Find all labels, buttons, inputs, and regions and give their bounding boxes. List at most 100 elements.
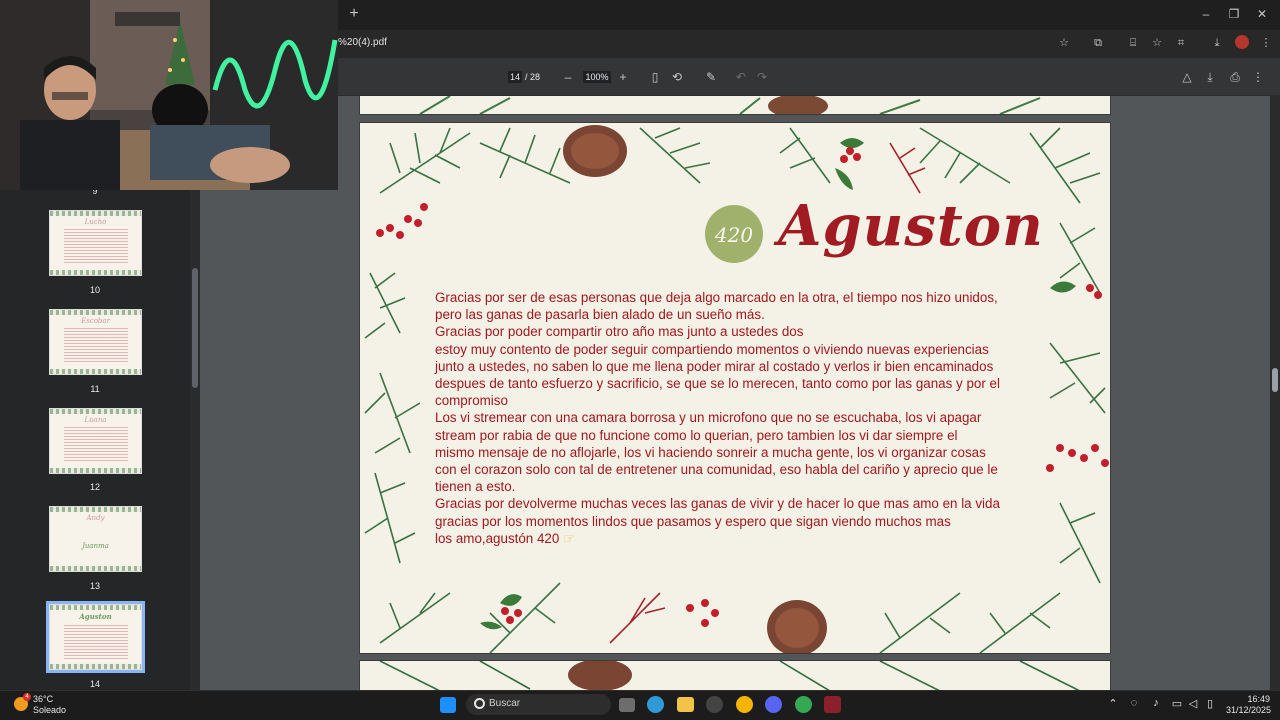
chrome-icon[interactable] (736, 696, 753, 713)
page-decoration (379, 661, 1080, 690)
edge-icon[interactable] (647, 696, 664, 713)
url-text[interactable]: %20(4).pdf (338, 37, 387, 48)
page-number-input[interactable]: 14 (508, 71, 522, 83)
thumbnail-number: 13 (89, 581, 100, 591)
search-placeholder[interactable]: Buscar (489, 698, 520, 709)
more-options-icon[interactable]: ⋮ (1250, 69, 1266, 85)
volume-icon[interactable]: ◁ (1186, 697, 1200, 710)
close-button[interactable]: ✕ (1252, 6, 1272, 22)
task-view-icon[interactable] (619, 698, 635, 712)
fit-page-icon[interactable]: ▯ (647, 69, 663, 85)
viewer-scrollbar-thumb[interactable] (1272, 368, 1278, 392)
thumbnail-text-lines (64, 427, 128, 461)
windows-taskbar (0, 690, 1280, 720)
thumbnail-border (50, 566, 141, 571)
letter-line: mismo mensaje de no aflojarle, los vi ha… (435, 444, 986, 460)
thumbnail-page-12[interactable]: Luana (49, 408, 142, 474)
thumbnail-page-10[interactable]: Lucho (49, 210, 142, 276)
thumbnail-text-lines (64, 229, 128, 263)
letter-line: con el corazon solo con tal de entretene… (435, 462, 998, 478)
badge-number: 420 (714, 223, 754, 247)
thumbnail-page-14[interactable]: Aguston (46, 601, 145, 673)
obs-icon[interactable] (706, 696, 723, 713)
minimize-button[interactable]: – (1196, 6, 1216, 22)
weather-temperature[interactable]: 36°C (33, 694, 53, 704)
translate-icon[interactable]: ⌗ (1173, 36, 1189, 50)
pdf-page-current: 420 Aguston Gracias por ser de esas pers… (360, 123, 1110, 653)
file-explorer-icon[interactable] (677, 697, 694, 712)
drive-save-icon[interactable]: △ (1179, 69, 1195, 85)
thumbnail-page-13[interactable]: Andy Juanma (49, 506, 142, 572)
thumbnail-number: 12 (89, 482, 100, 492)
lens-icon[interactable]: ⌸ (1125, 36, 1141, 50)
clock-time: 16:49 (1247, 694, 1270, 704)
thumbnail-number: 11 (90, 384, 100, 394)
undo-icon[interactable]: ↶ (733, 69, 749, 85)
taskbar-search[interactable] (466, 694, 611, 715)
thumbnail-number: 14 (89, 679, 100, 689)
discord-icon[interactable] (765, 696, 782, 713)
network-icon[interactable]: ▭ (1170, 697, 1184, 710)
thumbnail-title: Andy (86, 514, 105, 522)
screen: + – ❐ ✕ %20(4).pdf ☆ ⧉ ⌸ ☆ ⌗ ⤓ ⋮ 14 / 28… (0, 0, 1280, 720)
weather-condition[interactable]: Soleado (33, 705, 66, 715)
thumbnail-page-11[interactable]: Escobar (49, 309, 142, 375)
pdf-page-next (360, 661, 1110, 690)
title-badge: 420 (705, 205, 763, 263)
tray-app-icon[interactable]: ◌ (1127, 697, 1141, 709)
star-icon[interactable]: ☆ (1056, 36, 1072, 50)
search-icon (474, 698, 485, 709)
letter-line: estoy muy contento de poder seguir compa… (435, 341, 989, 357)
redo-icon[interactable]: ↷ (754, 69, 770, 85)
thumbnail-border (50, 605, 141, 610)
annotate-icon[interactable]: ✎ (703, 69, 719, 85)
letter-line: pero las ganas de pasarla bien alado de … (435, 307, 765, 323)
thumbnail-text-lines (64, 625, 128, 661)
thumbnail-border (50, 270, 141, 275)
pdf-viewer: 420 Aguston Gracias por ser de esas pers… (200, 96, 1270, 690)
restore-button[interactable]: ❐ (1224, 6, 1244, 22)
new-tab-button[interactable]: + (346, 6, 362, 22)
extensions-icon[interactable]: ⧉ (1090, 36, 1106, 50)
downloads-icon[interactable]: ⤓ (1209, 36, 1225, 50)
chevron-up-icon[interactable]: ⌃ (1106, 697, 1120, 710)
clock-date: 31/12/2025 (1226, 705, 1272, 715)
letter-body: Gracias por ser de esas personas que dej… (435, 289, 1035, 547)
letter-line: junto a ustedes, no saben lo que me llen… (435, 358, 994, 374)
hand-emoji-icon: ☞ (559, 530, 576, 546)
letter-line: gracias por los momentos lindos que pasa… (435, 513, 951, 529)
rotate-icon[interactable]: ⟲ (669, 69, 685, 85)
bookmark-icon[interactable]: ☆ (1149, 36, 1165, 50)
download-icon[interactable]: ⤓ (1202, 69, 1218, 85)
microphone-icon[interactable]: ♪ (1149, 697, 1163, 709)
print-icon[interactable]: ⎙ (1227, 69, 1243, 85)
thumbnail-title: Lucho (84, 218, 107, 226)
webcam-scene (0, 0, 338, 190)
thumbnail-border (50, 310, 141, 315)
taskbar-clock[interactable]: 16:49 31/12/2025 (1226, 694, 1272, 716)
page-total: / 28 (525, 72, 541, 82)
thumbnail-title-second: Juanma (82, 542, 109, 550)
chrome-profile-icon[interactable] (795, 696, 812, 713)
sidebar-scrollbar-thumb[interactable] (192, 268, 198, 388)
thumbnail-border (50, 664, 141, 669)
pdf-page-previous (360, 96, 1110, 114)
profile-icon[interactable] (1235, 35, 1249, 49)
zoom-input[interactable]: 100% (583, 71, 611, 83)
menu-icon[interactable]: ⋮ (1258, 36, 1274, 50)
thumbnail-title: Luana (84, 416, 107, 424)
page-title: Aguston (778, 193, 1044, 259)
thumbnail-border (50, 468, 141, 473)
letter-line: tienen a esto. (435, 479, 516, 495)
zoom-in-button[interactable]: + (615, 69, 631, 85)
thumbnail-border (50, 507, 141, 512)
battery-icon[interactable]: ▯ (1203, 697, 1217, 710)
start-windows-icon[interactable] (440, 697, 456, 713)
zoom-out-button[interactable]: – (560, 69, 576, 85)
video-app-icon[interactable] (824, 696, 841, 713)
thumbnail-title: Aguston (79, 612, 112, 621)
letter-line: Gracias por devolverme muchas veces las … (435, 496, 1000, 512)
letter-line: Los vi stremear con una camara borrosa y… (435, 410, 982, 426)
letter-line: Gracias por ser de esas personas que dej… (435, 290, 998, 305)
viewer-scrollbar[interactable] (1270, 96, 1280, 690)
